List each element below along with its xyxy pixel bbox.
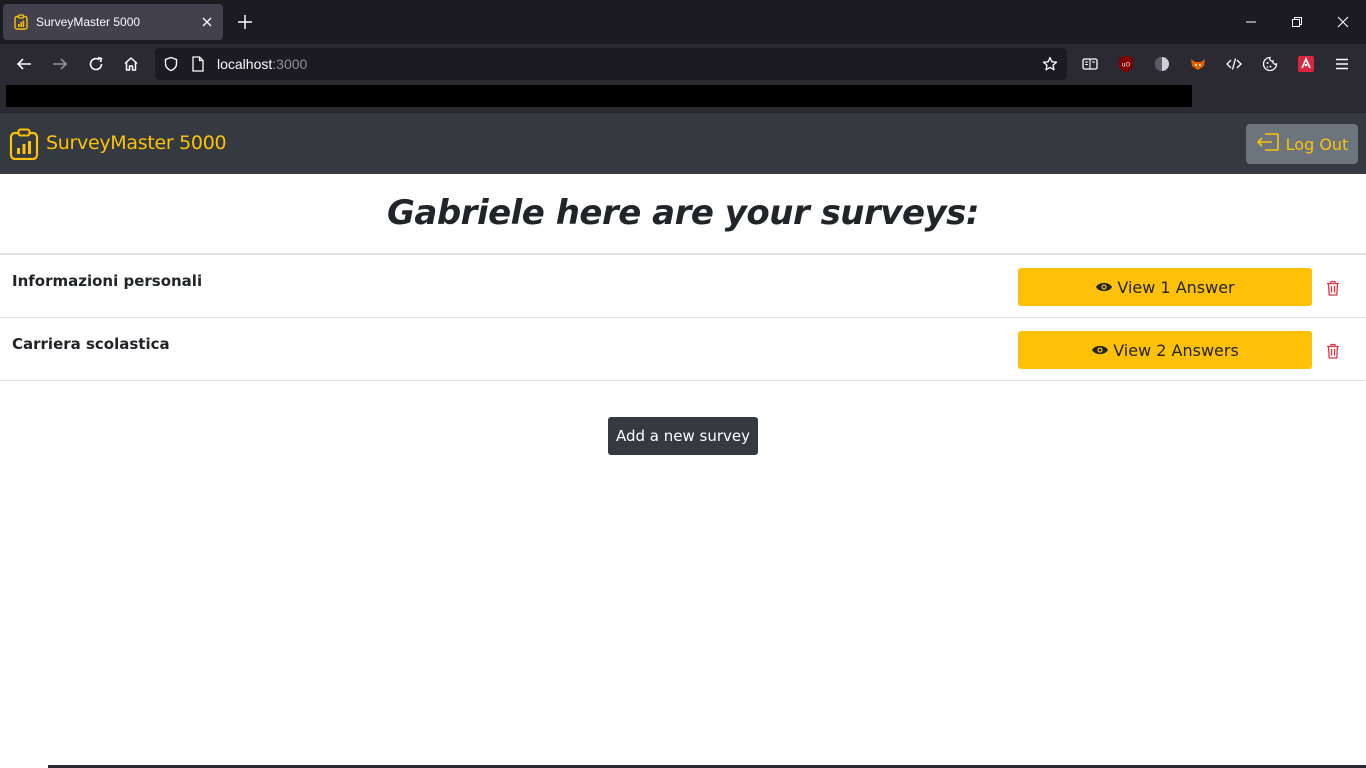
plus-icon[interactable] (236, 13, 254, 31)
restore-icon[interactable] (1287, 12, 1307, 32)
trash-icon[interactable] (1324, 342, 1342, 360)
extension-circle-icon[interactable] (1152, 54, 1172, 74)
browser-tab-strip: SurveyMaster 5000 (0, 0, 1366, 44)
browser-tab[interactable]: SurveyMaster 5000 (3, 4, 223, 40)
eye-icon (1091, 341, 1109, 360)
view-answers-button[interactable]: View 2 Answers (1018, 331, 1312, 369)
logout-icon (1256, 132, 1280, 156)
app-header: SurveyMaster 5000 Log Out (0, 112, 1366, 174)
view-answers-label: View 2 Answers (1113, 340, 1239, 360)
view-answers-label: View 1 Answer (1117, 277, 1235, 297)
ublock-icon[interactable]: uO (1116, 54, 1136, 74)
back-arrow-icon[interactable] (14, 54, 34, 74)
close-icon[interactable] (199, 14, 215, 30)
survey-title: Informazioni personali (12, 272, 203, 290)
url-text: localhost:3000 (217, 56, 307, 72)
redacted-bookmarks (6, 85, 1192, 107)
url-port: :3000 (272, 56, 308, 72)
add-survey-label: Add a new survey (615, 427, 750, 445)
extension-fox-icon[interactable] (1188, 54, 1208, 74)
view-answers-button[interactable]: View 1 Answer (1018, 268, 1312, 306)
shield-icon[interactable] (161, 54, 181, 74)
home-icon[interactable] (121, 54, 141, 74)
survey-list: Informazioni personali View 1 Answer Car… (0, 253, 1366, 381)
forward-arrow-icon[interactable] (50, 54, 70, 74)
reader-view-icon[interactable] (1080, 54, 1100, 74)
cookie-icon[interactable] (1260, 54, 1280, 74)
minimize-icon[interactable] (1241, 12, 1261, 32)
url-host: localhost (217, 56, 273, 72)
tab-title: SurveyMaster 5000 (36, 15, 141, 29)
survey-row: Informazioni personali View 1 Answer (0, 255, 1366, 318)
logout-label: Log Out (1285, 134, 1349, 154)
extension-red-icon[interactable] (1296, 54, 1316, 74)
eye-icon (1095, 278, 1113, 297)
bookmarks-bar (0, 84, 1366, 112)
trash-icon[interactable] (1324, 279, 1342, 297)
clipboard-chart-icon (13, 14, 29, 30)
code-icon[interactable] (1224, 54, 1244, 74)
page-icon[interactable] (188, 54, 208, 74)
clipboard-chart-icon[interactable] (9, 128, 39, 161)
svg-text:uO: uO (1122, 62, 1131, 69)
star-icon[interactable] (1040, 54, 1060, 74)
brand-name[interactable]: SurveyMaster 5000 (46, 132, 227, 154)
survey-title: Carriera scolastica (12, 335, 170, 353)
browser-toolbar: localhost:3000 uO (0, 44, 1366, 84)
add-survey-button[interactable]: Add a new survey (608, 417, 758, 455)
reload-icon[interactable] (86, 54, 106, 74)
window-close-icon[interactable] (1333, 12, 1353, 32)
address-bar[interactable]: localhost:3000 (155, 48, 1067, 80)
page-title: Gabriele here are your surveys: (386, 193, 980, 233)
menu-icon[interactable] (1332, 54, 1352, 74)
survey-row: Carriera scolastica View 2 Answers (0, 318, 1366, 381)
logout-button[interactable]: Log Out (1246, 124, 1358, 164)
